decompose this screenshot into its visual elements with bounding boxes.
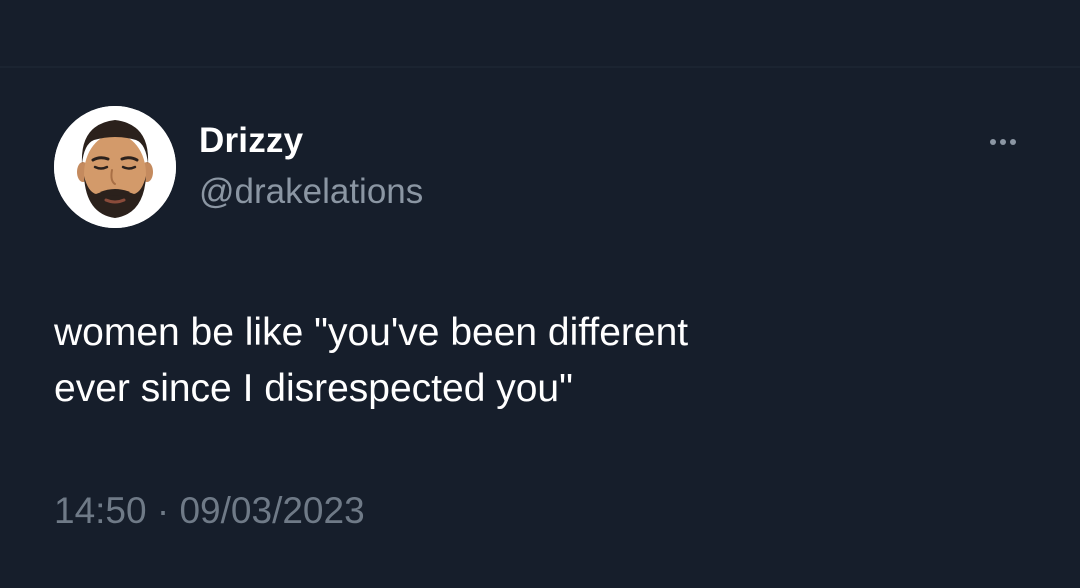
user-handle[interactable]: @drakelations bbox=[199, 172, 423, 212]
more-horizontal-icon bbox=[990, 139, 996, 145]
cartoon-face-icon bbox=[54, 106, 176, 228]
more-horizontal-icon bbox=[1010, 139, 1016, 145]
tweet-text-line: women be like "you've been different bbox=[54, 311, 689, 354]
tweet-text-line: ever since I disrespected you" bbox=[54, 367, 573, 410]
tweet-time: 14:50 bbox=[54, 490, 147, 531]
divider bbox=[0, 66, 1080, 68]
display-name[interactable]: Drizzy bbox=[199, 121, 303, 161]
tweet-date: 09/03/2023 bbox=[179, 490, 365, 531]
tweet-timestamp[interactable]: 14:50 · 09/03/2023 bbox=[54, 490, 365, 532]
tweet-card: Drizzy @drakelations women be like "you'… bbox=[0, 0, 1080, 588]
more-horizontal-icon bbox=[1000, 139, 1006, 145]
avatar[interactable] bbox=[54, 106, 176, 228]
tweet-text: women be like "you've been different eve… bbox=[54, 305, 1014, 417]
timestamp-separator: · bbox=[156, 490, 170, 531]
more-options-button[interactable] bbox=[977, 128, 1029, 156]
